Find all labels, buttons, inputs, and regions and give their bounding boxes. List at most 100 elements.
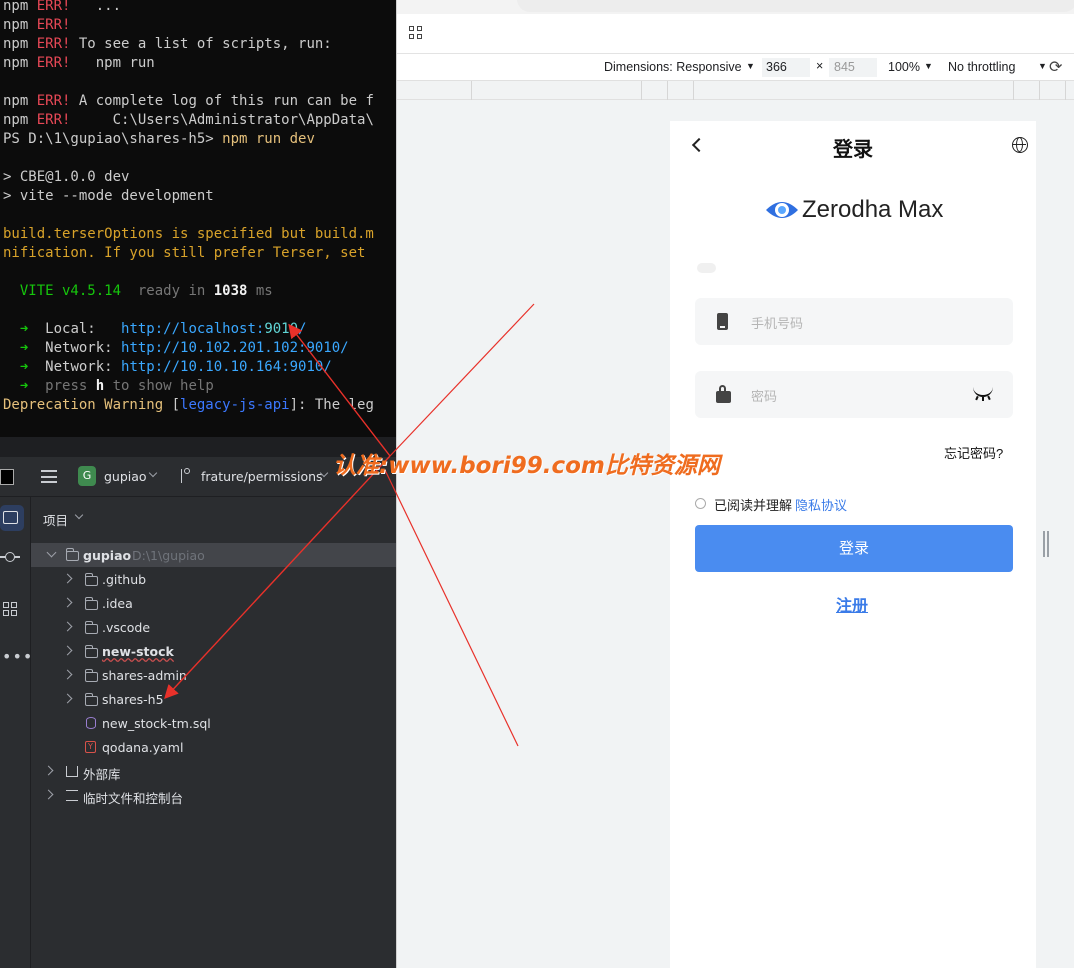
terminal-text: nification. If you still prefer Terser, … xyxy=(3,245,366,261)
folder-icon xyxy=(85,669,98,682)
tree-row[interactable]: shares-h5 xyxy=(31,687,396,711)
width-input[interactable]: 366 xyxy=(762,58,810,77)
yaml-file-icon: Y xyxy=(85,741,96,753)
logo: Zerodha Max xyxy=(764,193,954,227)
more-tools-icon[interactable]: ••• xyxy=(2,647,33,666)
agree-checkbox[interactable] xyxy=(695,498,706,509)
media-query-ruler xyxy=(397,80,1074,100)
terminal-text: npm xyxy=(3,55,37,71)
chevron-down-icon[interactable] xyxy=(46,547,57,558)
chevron-right-icon[interactable] xyxy=(43,789,54,800)
terminal-text: ... xyxy=(70,0,122,14)
terminal-text: build.terserOptions is specified but bui… xyxy=(3,226,374,242)
tree-row-scratches[interactable]: 临时文件和控制台 xyxy=(31,783,396,807)
terminal-text: ready in xyxy=(121,283,214,299)
chevron-right-icon[interactable] xyxy=(62,669,73,680)
tree-row[interactable]: .vscode xyxy=(31,615,396,639)
terminal-text: > vite --mode development xyxy=(3,188,214,204)
chevron-down-icon[interactable] xyxy=(74,510,84,520)
terminal-text: http://10.10.10.164:9010/ xyxy=(121,359,332,375)
tree-label: new-stock xyxy=(102,644,174,659)
terminal-text: > CBE@1.0.0 dev xyxy=(3,169,130,185)
password-field[interactable]: 密码 xyxy=(695,371,1013,418)
terminal-line: > vite --mode development xyxy=(3,187,214,206)
project-badge[interactable]: G xyxy=(78,466,96,486)
tree-row[interactable]: new-stock xyxy=(31,639,396,663)
ide-logo-icon[interactable] xyxy=(0,469,14,485)
terminal-text: ➜ xyxy=(3,378,46,394)
terminal-text: npm xyxy=(3,36,37,52)
terminal-line: npm ERR! xyxy=(3,16,70,35)
terminal-text: ]: The leg xyxy=(289,397,374,413)
root-path: D:\1\gupiao xyxy=(132,548,205,563)
folder-tool-icon[interactable] xyxy=(3,511,18,524)
resize-handle[interactable] xyxy=(1043,531,1049,557)
chevron-right-icon[interactable] xyxy=(62,693,73,704)
panel-title[interactable]: 项目 xyxy=(43,510,68,529)
placeholder-pill xyxy=(697,263,716,273)
tree-row[interactable]: .idea xyxy=(31,591,396,615)
tree-row[interactable]: shares-admin xyxy=(31,663,396,687)
terminal-text: ERR! xyxy=(36,112,71,128)
forgot-password-link[interactable]: 忘记密码? xyxy=(944,443,1003,462)
phone-field[interactable]: 手机号码 xyxy=(695,298,1013,345)
terminal-text: Network: xyxy=(45,359,122,375)
terminal-text: Local: xyxy=(45,321,122,337)
terminal-text: press xyxy=(45,378,96,394)
zoom-select[interactable]: 100% xyxy=(888,60,920,74)
dimensions-select[interactable]: Dimensions: Responsive xyxy=(604,60,742,74)
apps-grid-icon[interactable] xyxy=(409,26,423,40)
tree-row[interactable]: new_stock-tm.sql xyxy=(31,711,396,735)
terminal-text: http://10.102.201.102:9010/ xyxy=(121,340,349,356)
terminal-text: PS D:\1\gupiao\shares-h5> xyxy=(3,131,223,147)
tree-row[interactable]: Yqodana.yaml xyxy=(31,735,396,759)
terminal-text: ms xyxy=(247,283,273,299)
terminal-line: npm ERR! npm run xyxy=(3,54,155,73)
chevron-right-icon[interactable] xyxy=(62,597,73,608)
chevron-right-icon[interactable] xyxy=(43,765,54,776)
terminal-text: ERR! xyxy=(36,55,71,71)
globe-icon[interactable] xyxy=(1012,137,1028,153)
terminal-text: [ xyxy=(163,397,181,413)
tree-row[interactable]: .github xyxy=(31,567,396,591)
eye-closed-icon[interactable] xyxy=(973,387,993,401)
width-value: 366 xyxy=(766,60,787,74)
terminal-line: VITE v4.5.14 ready in 1038 ms xyxy=(3,282,273,301)
terminal-text: / xyxy=(298,321,307,337)
tree-label: new_stock-tm.sql xyxy=(102,716,211,731)
caret-down-icon[interactable]: ▼ xyxy=(1038,61,1047,71)
throttling-select[interactable]: No throttling xyxy=(948,60,1015,74)
commit-tool-icon[interactable] xyxy=(0,552,20,562)
privacy-link[interactable]: 隐私协议 xyxy=(795,495,847,514)
project-switcher[interactable]: gupiao xyxy=(104,469,147,484)
chevron-down-icon[interactable] xyxy=(148,468,158,478)
structure-tool-icon[interactable] xyxy=(3,602,17,616)
caret-down-icon[interactable]: ▼ xyxy=(924,61,933,71)
terminal-line: ➜ Local: http://localhost:9010/ xyxy=(3,320,307,339)
chevron-right-icon[interactable] xyxy=(62,573,73,584)
rotate-icon[interactable]: ⟳ xyxy=(1049,57,1062,77)
tree-root-row[interactable]: gupiao D:\1\gupiao xyxy=(31,543,396,567)
tree-label: shares-h5 xyxy=(102,692,164,707)
tree-label: qodana.yaml xyxy=(102,740,184,755)
height-input[interactable]: 845 xyxy=(829,58,877,77)
chevron-right-icon[interactable] xyxy=(62,621,73,632)
phone-placeholder: 手机号码 xyxy=(751,316,804,331)
register-link[interactable]: 注册 xyxy=(836,592,868,616)
device-toolbar: Dimensions: Responsive ▼ 366 × 845 100% … xyxy=(397,54,1074,80)
tree-row-external-libraries[interactable]: 外部库 xyxy=(31,759,396,783)
chevron-right-icon[interactable] xyxy=(62,645,73,656)
terminal-text: ERR! xyxy=(36,36,71,52)
address-bar[interactable] xyxy=(517,0,1074,12)
terminal-line: npm ERR! C:\Users\Administrator\AppData\ xyxy=(3,111,374,130)
terminal-window[interactable]: npm ERR! ... npm ERR! npm ERR! To see a li… xyxy=(0,0,396,437)
module-folder-icon xyxy=(66,548,79,561)
branch-switcher[interactable]: frature/permissions xyxy=(201,469,323,484)
tree-label: .github xyxy=(102,572,147,587)
hamburger-menu-icon[interactable] xyxy=(41,470,57,483)
terminal-text: To see a list of scripts, run: xyxy=(70,36,332,52)
terminal-text: 9010 xyxy=(264,321,299,337)
caret-down-icon[interactable]: ▼ xyxy=(746,61,755,71)
tree-label: 临时文件和控制台 xyxy=(83,791,184,806)
login-button[interactable]: 登录 xyxy=(695,525,1013,572)
